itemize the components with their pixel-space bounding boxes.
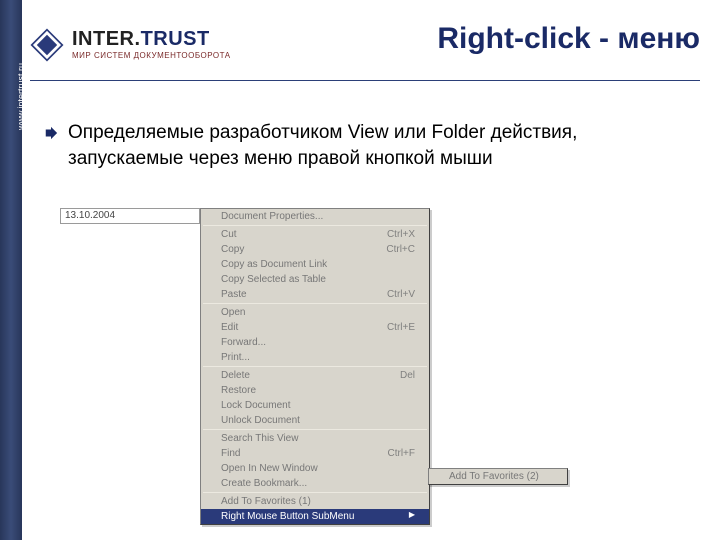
context-menu[interactable]: Document Properties... Cut Ctrl+X Copy Ctrl+… <box>200 208 430 525</box>
menu-item-label: Print... <box>221 351 250 364</box>
bullet-arrow-icon <box>44 126 58 140</box>
menu-item[interactable]: Forward... <box>201 335 429 350</box>
menu-item[interactable]: Copy as Document Link <box>201 257 429 272</box>
menu-item-label: Open <box>221 306 245 319</box>
menu-item[interactable]: Copy Selected as Table <box>201 272 429 287</box>
screenshot-region: 13.10.2004 Document Properties... Cut Ctrl… <box>60 208 640 488</box>
menu-item[interactable]: Find Ctrl+F <box>201 446 429 461</box>
menu-shortcut: Ctrl+E <box>387 321 415 334</box>
menu-item[interactable]: Unlock Document <box>201 413 429 428</box>
menu-shortcut: Ctrl+X <box>387 228 415 241</box>
menu-shortcut: Ctrl+F <box>388 447 416 460</box>
menu-item-label: Document Properties... <box>221 210 323 223</box>
menu-item[interactable]: Restore <box>201 383 429 398</box>
logo: INTER.TRUST МИР СИСТЕМ ДОКУМЕНТООБОРОТА <box>30 28 231 62</box>
menu-item[interactable]: Open In New Window <box>201 461 429 476</box>
menu-item-label: Copy <box>221 243 244 256</box>
menu-item-label: Cut <box>221 228 237 241</box>
slide-header: INTER.TRUST МИР СИСТЕМ ДОКУМЕНТООБОРОТА … <box>30 28 700 81</box>
menu-item[interactable]: Copy Ctrl+C <box>201 242 429 257</box>
menu-item[interactable]: Search This View <box>201 431 429 446</box>
menu-item[interactable]: Document Properties... <box>201 209 429 224</box>
menu-item[interactable]: Paste Ctrl+V <box>201 287 429 302</box>
menu-shortcut: Ctrl+C <box>386 243 415 256</box>
date-cell: 13.10.2004 <box>60 208 200 224</box>
menu-item[interactable]: Right Mouse Button SubMenu ▶ <box>201 509 429 524</box>
menu-item[interactable]: Edit Ctrl+E <box>201 320 429 335</box>
menu-item-label: Unlock Document <box>221 414 300 427</box>
brand-part-2: TRUST <box>141 28 210 50</box>
logo-diamond-icon <box>30 28 64 62</box>
menu-item-label: Create Bookmark... <box>221 477 307 490</box>
brand-part-1: INTER. <box>72 28 141 50</box>
menu-item-label: Find <box>221 447 240 460</box>
bullet-item: Определяемые разработчиком View или Fold… <box>44 120 690 171</box>
menu-item[interactable]: Lock Document <box>201 398 429 413</box>
menu-item[interactable]: Create Bookmark... <box>201 476 429 491</box>
side-stripe <box>0 0 22 540</box>
menu-item-label: Copy as Document Link <box>221 258 327 271</box>
menu-shortcut: Ctrl+V <box>387 288 415 301</box>
menu-item[interactable]: Cut Ctrl+X <box>201 227 429 242</box>
menu-item-label: Edit <box>221 321 238 334</box>
menu-item-label: Add To Favorites (1) <box>221 495 311 508</box>
submenu-item-label: Add To Favorites (2) <box>449 470 539 483</box>
menu-item-label: Forward... <box>221 336 266 349</box>
menu-separator <box>203 492 427 493</box>
menu-item-label: Paste <box>221 288 247 301</box>
menu-item[interactable]: Add To Favorites (1) <box>201 494 429 509</box>
submenu-item[interactable]: Add To Favorites (2) <box>429 469 567 484</box>
menu-item-label: Restore <box>221 384 256 397</box>
menu-separator <box>203 225 427 226</box>
menu-shortcut: Del <box>400 369 415 382</box>
logo-tagline: МИР СИСТЕМ ДОКУМЕНТООБОРОТА <box>72 51 231 60</box>
submenu[interactable]: Add To Favorites (2) <box>428 468 568 485</box>
menu-separator <box>203 303 427 304</box>
menu-separator <box>203 429 427 430</box>
menu-separator <box>203 366 427 367</box>
menu-item-label: Search This View <box>221 432 298 445</box>
bullet-text: Определяемые разработчиком View или Fold… <box>68 120 690 171</box>
menu-item[interactable]: Print... <box>201 350 429 365</box>
submenu-arrow-icon: ▶ <box>409 510 415 523</box>
menu-item[interactable]: Open <box>201 305 429 320</box>
menu-item[interactable]: Delete Del <box>201 368 429 383</box>
menu-item-label: Copy Selected as Table <box>221 273 326 286</box>
logo-text: INTER.TRUST <box>72 28 231 51</box>
menu-item-label: Lock Document <box>221 399 290 412</box>
menu-item-label: Right Mouse Button SubMenu <box>221 510 354 523</box>
slide-title: Right-click - меню <box>437 22 700 56</box>
menu-item-label: Open In New Window <box>221 462 318 475</box>
slide-body: Определяемые разработчиком View или Fold… <box>44 120 690 171</box>
menu-item-label: Delete <box>221 369 250 382</box>
